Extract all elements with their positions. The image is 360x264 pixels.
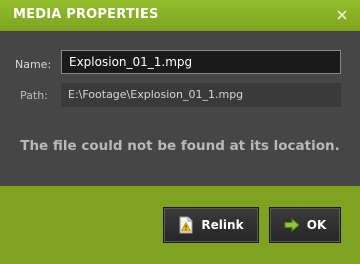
relink-button[interactable]: Relink bbox=[163, 207, 259, 243]
ok-button[interactable]: OK bbox=[269, 207, 341, 243]
name-label: Name: bbox=[15, 58, 52, 71]
media-properties-dialog: MEDIA PROPERTIES Name: Path: E:\Footage\… bbox=[0, 0, 360, 264]
close-icon[interactable] bbox=[336, 9, 348, 21]
arrow-right-icon bbox=[284, 218, 300, 232]
relink-label: Relink bbox=[201, 218, 244, 232]
dialog-title: MEDIA PROPERTIES bbox=[13, 7, 159, 22]
title-bar[interactable]: MEDIA PROPERTIES bbox=[0, 0, 360, 31]
error-message: The file could not be found at its locat… bbox=[20, 138, 340, 154]
path-field: E:\Footage\Explosion_01_1.mpg bbox=[61, 83, 341, 107]
path-label: Path: bbox=[20, 89, 48, 102]
warning-document-icon bbox=[179, 216, 193, 234]
ok-label: OK bbox=[306, 218, 327, 232]
name-input[interactable] bbox=[61, 50, 341, 74]
